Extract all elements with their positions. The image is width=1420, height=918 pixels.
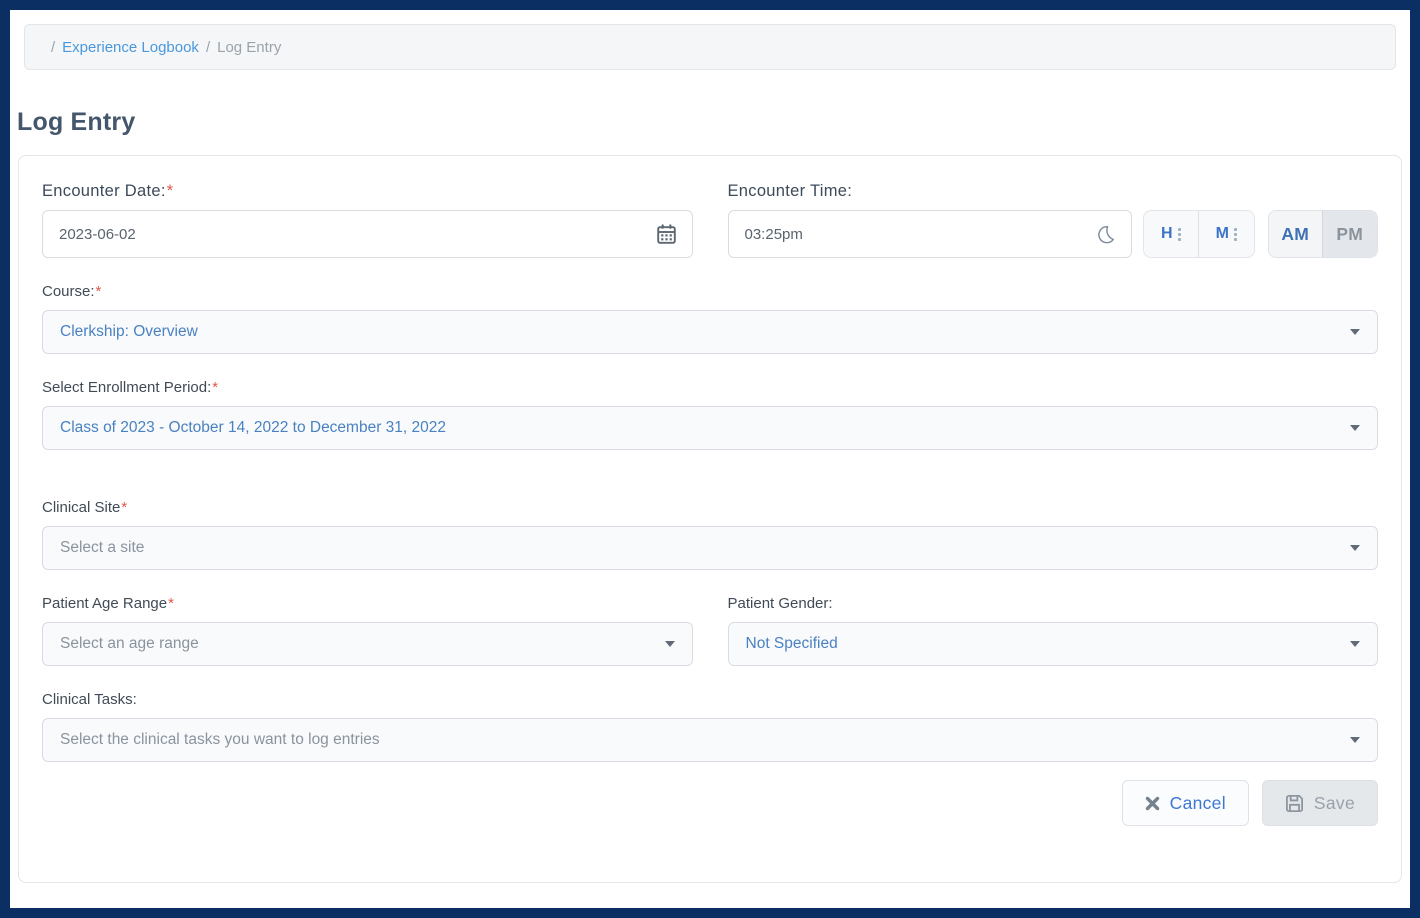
page-title: Log Entry [17, 108, 1410, 137]
patient-age-range-label-text: Patient Age Range [42, 595, 167, 612]
course-select-value: Clerkship: Overview [60, 323, 198, 341]
chevron-down-icon [1350, 737, 1360, 743]
vertical-dots-icon [1234, 228, 1237, 241]
clinical-site-field-group: Clinical Site* Select a site [42, 498, 1378, 570]
save-button[interactable]: Save [1262, 780, 1378, 826]
required-asterisk: * [96, 283, 102, 300]
moon-icon [1096, 225, 1115, 244]
chevron-down-icon [1350, 641, 1360, 647]
required-asterisk: * [121, 499, 127, 516]
encounter-date-field-group: Encounter Date:* [42, 182, 693, 258]
clinical-tasks-select[interactable]: Select the clinical tasks you want to lo… [42, 718, 1378, 762]
clinical-tasks-field-group: Clinical Tasks: Select the clinical task… [42, 690, 1378, 762]
minute-stepper-button[interactable]: M [1199, 211, 1254, 257]
encounter-time-input[interactable] [745, 226, 1096, 243]
hour-minute-stepper-group: H M [1143, 210, 1255, 258]
clinical-site-label-text: Clinical Site [42, 499, 120, 516]
patient-gender-label: Patient Gender: [728, 594, 1379, 613]
breadcrumb: / Experience Logbook / Log Entry [24, 24, 1396, 70]
clinical-tasks-label-text: Clinical Tasks: [42, 691, 137, 708]
course-select[interactable]: Clerkship: Overview [42, 310, 1378, 354]
chevron-down-icon [665, 641, 675, 647]
save-icon [1285, 794, 1304, 813]
x-icon [1145, 796, 1160, 811]
clinical-site-select[interactable]: Select a site [42, 526, 1378, 570]
breadcrumb-link-experience-logbook[interactable]: Experience Logbook [62, 39, 199, 56]
patient-gender-select-value: Not Specified [746, 635, 838, 653]
course-label-text: Course: [42, 283, 95, 300]
enrollment-period-select[interactable]: Class of 2023 - October 14, 2022 to Dece… [42, 406, 1378, 450]
pm-toggle-button[interactable]: PM [1323, 211, 1377, 257]
breadcrumb-current-page: Log Entry [217, 39, 281, 56]
hour-stepper-button[interactable]: H [1144, 211, 1200, 257]
patient-age-range-select[interactable]: Select an age range [42, 622, 693, 666]
course-field-group: Course:* Clerkship: Overview [42, 282, 1378, 354]
minute-stepper-label: M [1216, 225, 1229, 243]
calendar-icon[interactable] [657, 224, 676, 244]
encounter-date-label: Encounter Date:* [42, 182, 693, 201]
clinical-tasks-select-placeholder: Select the clinical tasks you want to lo… [60, 731, 380, 749]
required-asterisk: * [167, 182, 174, 200]
clinical-tasks-label: Clinical Tasks: [42, 690, 1378, 709]
hour-stepper-label: H [1161, 225, 1173, 243]
clinical-site-select-placeholder: Select a site [60, 539, 144, 557]
patient-age-range-label: Patient Age Range* [42, 594, 693, 613]
patient-gender-label-text: Patient Gender: [728, 595, 833, 612]
required-asterisk: * [168, 595, 174, 612]
cancel-button-label: Cancel [1170, 793, 1226, 814]
encounter-date-label-text: Encounter Date: [42, 182, 166, 200]
enrollment-period-field-group: Select Enrollment Period:* Class of 2023… [42, 378, 1378, 450]
patient-age-range-field-group: Patient Age Range* Select an age range [42, 594, 693, 666]
encounter-date-input[interactable] [59, 226, 657, 243]
chevron-down-icon [1350, 545, 1360, 551]
patient-age-range-select-placeholder: Select an age range [60, 635, 199, 653]
am-toggle-button[interactable]: AM [1269, 211, 1324, 257]
form-actions: Cancel Save [42, 780, 1378, 826]
chevron-down-icon [1350, 329, 1360, 335]
enrollment-period-select-value: Class of 2023 - October 14, 2022 to Dece… [60, 419, 446, 437]
clinical-site-label: Clinical Site* [42, 498, 1378, 517]
breadcrumb-leading-slash: / [51, 39, 55, 56]
log-entry-form-card: Encounter Date:* [18, 155, 1402, 883]
course-label: Course:* [42, 282, 1378, 301]
encounter-time-label-text: Encounter Time: [728, 182, 853, 200]
save-button-label: Save [1314, 793, 1355, 814]
encounter-time-field-group: Encounter Time: H M [728, 182, 1379, 258]
encounter-time-input-wrap [728, 210, 1132, 258]
cancel-button[interactable]: Cancel [1122, 780, 1249, 826]
encounter-date-input-wrap [42, 210, 693, 258]
required-asterisk: * [212, 379, 218, 396]
breadcrumb-separator: / [206, 39, 210, 56]
enrollment-period-label-text: Select Enrollment Period: [42, 379, 211, 396]
patient-gender-select[interactable]: Not Specified [728, 622, 1379, 666]
vertical-dots-icon [1178, 228, 1181, 241]
patient-gender-field-group: Patient Gender: Not Specified [728, 594, 1379, 666]
chevron-down-icon [1350, 425, 1360, 431]
enrollment-period-label: Select Enrollment Period:* [42, 378, 1378, 397]
encounter-time-label: Encounter Time: [728, 182, 1379, 201]
am-pm-toggle-group: AM PM [1268, 210, 1378, 258]
